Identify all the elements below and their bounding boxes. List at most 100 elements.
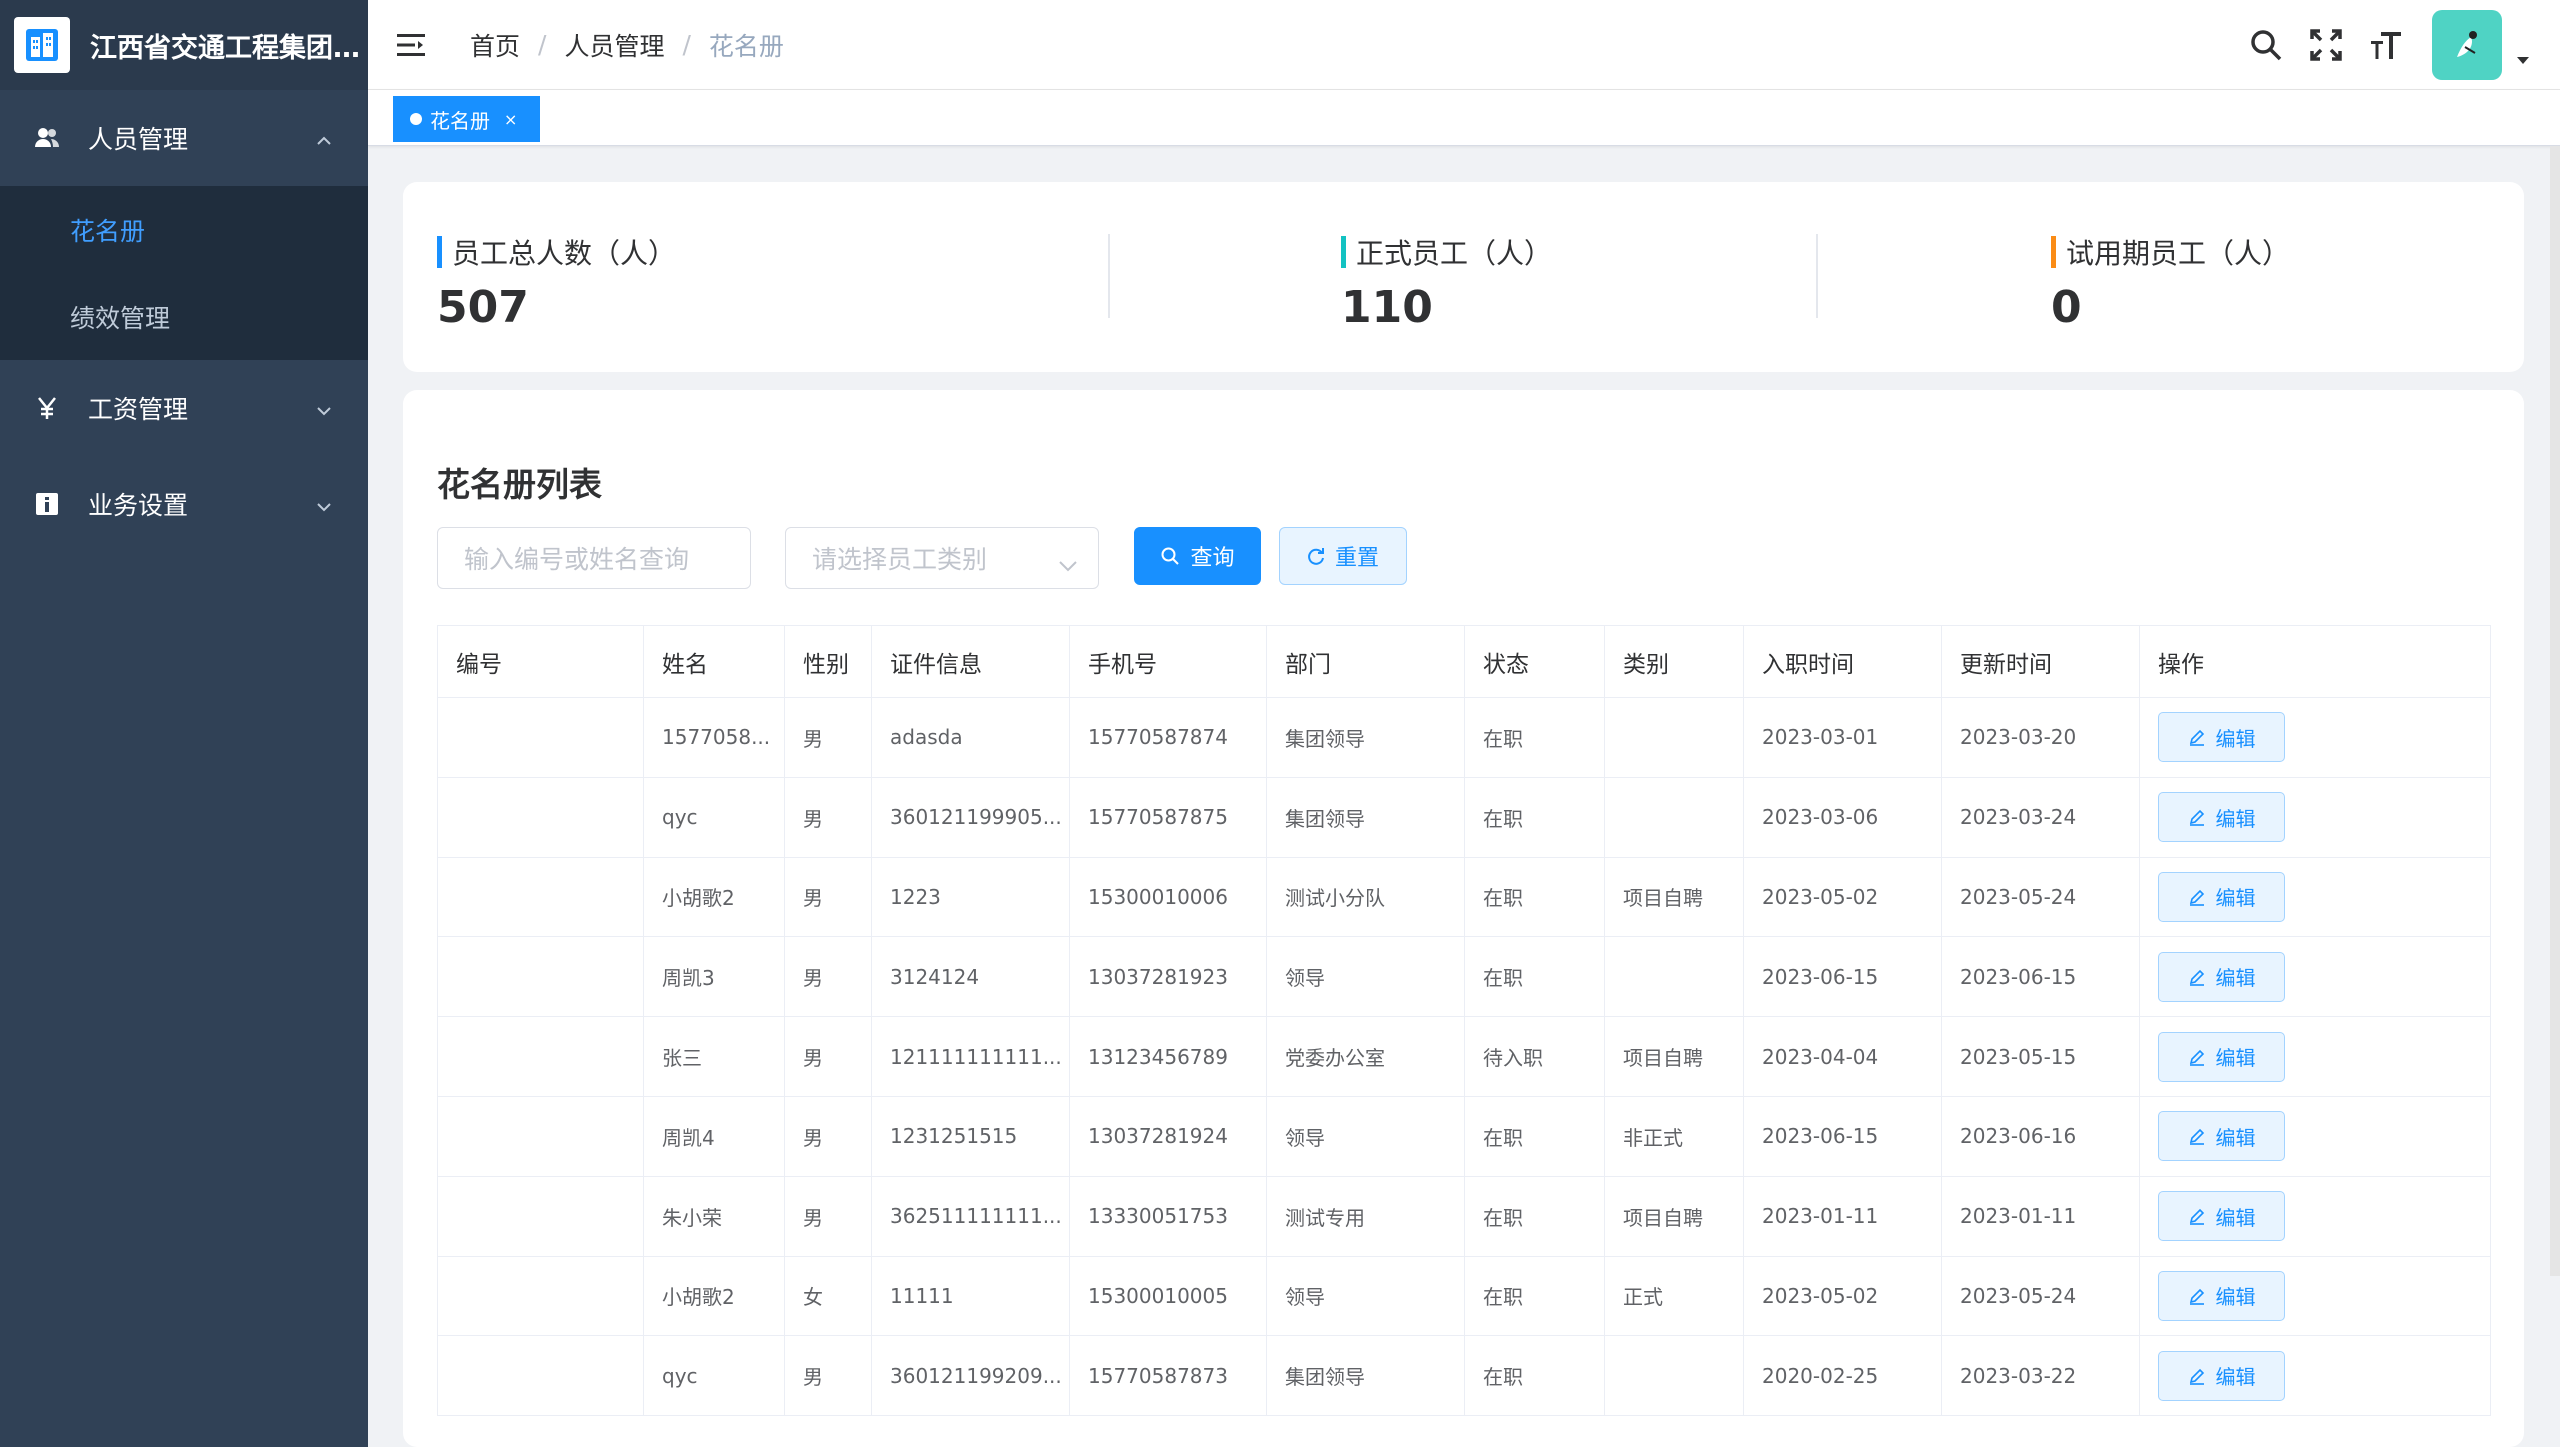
table-cell-actions: 编辑 <box>2139 777 2491 858</box>
stat-accent-bar <box>437 236 442 268</box>
table-cell: 测试专用 <box>1266 1176 1465 1257</box>
edit-icon <box>2188 728 2206 747</box>
stat-regular: 正式员工（人） 110 <box>1341 232 1552 333</box>
table-cell-actions: 编辑 <box>2139 936 2491 1018</box>
table-cell: 15770587874 <box>1069 697 1267 778</box>
search-icon <box>1160 546 1180 566</box>
edit-button[interactable]: 编辑 <box>2158 1111 2285 1162</box>
table-cell: 正式 <box>1604 1256 1744 1337</box>
column-header: 类别 <box>1604 625 1744 698</box>
table-cell <box>1604 697 1744 778</box>
menu-settings[interactable]: 业务设置 <box>0 456 368 552</box>
table-cell: 男 <box>784 1096 872 1177</box>
edit-button[interactable]: 编辑 <box>2158 712 2285 763</box>
edit-button[interactable]: 编辑 <box>2158 951 2285 1002</box>
refresh-icon <box>1307 547 1325 565</box>
edit-button[interactable]: 编辑 <box>2158 1191 2285 1242</box>
table-cell: 2023-01-11 <box>1941 1176 2140 1257</box>
close-icon[interactable]: × <box>504 110 517 129</box>
reset-button-label: 重置 <box>1334 546 1379 571</box>
stat-probation-label: 试用期员工（人） <box>2066 237 2291 270</box>
stat-total: 员工总人数（人） 507 <box>437 232 676 333</box>
caret-down-icon[interactable] <box>2516 51 2530 70</box>
edit-button[interactable]: 编辑 <box>2158 1270 2285 1321</box>
table-cell: 在职 <box>1464 1335 1605 1417</box>
tab-roster[interactable]: 花名册 × <box>393 96 541 142</box>
edit-button[interactable]: 编辑 <box>2158 871 2285 922</box>
breadcrumb-current: 花名册 <box>708 31 784 61</box>
table-cell: 360121199209... <box>871 1335 1070 1417</box>
table-cell: 领导 <box>1266 1096 1465 1177</box>
query-button[interactable]: 查询 <box>1134 527 1261 585</box>
breadcrumb-personnel[interactable]: 人员管理 <box>564 27 664 63</box>
column-header: 编号 <box>437 625 644 698</box>
stat-regular-label: 正式员工（人） <box>1356 237 1553 270</box>
breadcrumb-separator: / <box>682 30 691 59</box>
edit-button[interactable]: 编辑 <box>2158 1031 2285 1082</box>
table-cell: 15770587873 <box>1069 1335 1267 1417</box>
tags-view: 花名册 × <box>368 90 2560 146</box>
table-cell: 13123456789 <box>1069 1016 1267 1097</box>
column-header: 姓名 <box>643 625 785 698</box>
table-cell: 在职 <box>1464 1256 1605 1337</box>
table-cell: 2023-03-24 <box>1941 777 2140 858</box>
table-cell: qyc <box>643 1335 785 1417</box>
chevron-up-icon <box>314 128 334 157</box>
stat-accent-bar <box>1341 236 1346 268</box>
table-cell <box>437 1335 644 1417</box>
reset-button[interactable]: 重置 <box>1279 527 1407 585</box>
edit-icon <box>2188 1287 2206 1305</box>
menu-salary-label: 工资管理 <box>88 395 189 424</box>
table-header-row: 编号 姓名 性别 证件信息 手机号 部门 状态 类别 入职时间 更新时间 操作 <box>437 625 2491 698</box>
column-header: 手机号 <box>1069 625 1267 698</box>
table-cell: 362511111111... <box>871 1176 1070 1257</box>
table-cell: 非正式 <box>1604 1096 1744 1177</box>
table-cell: 在职 <box>1464 1096 1605 1177</box>
table-cell: 2023-04-04 <box>1743 1016 1942 1097</box>
chevron-down-icon <box>1058 550 1078 579</box>
divider <box>1816 234 1818 318</box>
edit-button-label: 编辑 <box>2215 806 2256 831</box>
table-cell: 3124124 <box>871 936 1070 1018</box>
header-actions <box>2226 0 2530 90</box>
logo-area[interactable]: 江西省交通工程集团... <box>0 0 368 90</box>
table-cell: 周凯4 <box>643 1096 785 1177</box>
table-cell: 党委办公室 <box>1266 1016 1465 1097</box>
table-cell: 朱小荣 <box>643 1176 785 1257</box>
font-size-icon[interactable] <box>2366 25 2406 65</box>
menu-salary[interactable]: 工资管理 <box>0 360 368 456</box>
edit-button[interactable]: 编辑 <box>2158 1350 2285 1401</box>
table-cell: 在职 <box>1464 777 1605 858</box>
info-icon <box>34 491 60 517</box>
employee-type-select[interactable]: 请选择员工类别 <box>785 527 1099 589</box>
menu-personnel[interactable]: 人员管理 <box>0 90 368 186</box>
stat-total-label: 员工总人数（人） <box>452 237 677 270</box>
sidebar-item-roster[interactable]: 花名册 <box>0 186 368 273</box>
table-cell: 1577058... <box>643 697 785 778</box>
table-cell: 13037281924 <box>1069 1096 1267 1177</box>
fullscreen-icon[interactable] <box>2306 25 2346 65</box>
table-cell-actions: 编辑 <box>2139 1016 2491 1097</box>
table-cell: 集团领导 <box>1266 1335 1465 1417</box>
edit-button[interactable]: 编辑 <box>2158 792 2285 843</box>
roster-table: 编号 姓名 性别 证件信息 手机号 部门 状态 类别 入职时间 更新时间 操作 1577058...… <box>437 625 2491 1417</box>
table-cell <box>437 1016 644 1097</box>
divider <box>1108 234 1110 318</box>
table-cell-actions: 编辑 <box>2139 1256 2491 1337</box>
stat-probation: 试用期员工（人） 0 <box>2051 232 2290 333</box>
table-cell: 2023-06-16 <box>1941 1096 2140 1177</box>
table-cell: 2023-01-11 <box>1743 1176 1942 1257</box>
table-cell: 男 <box>784 777 872 858</box>
table-cell: adasda <box>871 697 1070 778</box>
stat-total-value: 507 <box>437 282 529 333</box>
query-button-label: 查询 <box>1190 546 1235 571</box>
breadcrumb-home[interactable]: 首页 <box>470 27 520 63</box>
search-input[interactable]: 输入编号或姓名查询 <box>437 527 751 589</box>
table-cell: 项目自聘 <box>1604 857 1744 938</box>
edit-button-label: 编辑 <box>2215 1125 2256 1150</box>
user-avatar[interactable] <box>2432 10 2502 80</box>
search-icon[interactable] <box>2246 25 2286 65</box>
scrollbar[interactable] <box>2550 146 2560 1276</box>
sidebar-item-performance[interactable]: 绩效管理 <box>0 273 368 360</box>
hamburger-icon[interactable] <box>396 29 428 61</box>
